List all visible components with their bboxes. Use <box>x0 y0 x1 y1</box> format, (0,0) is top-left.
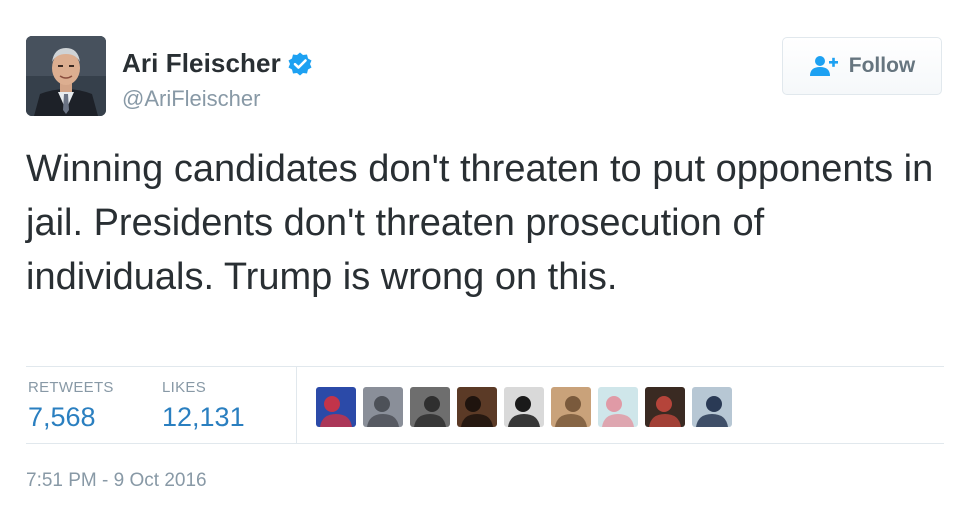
author-handle[interactable]: @AriFleischer <box>122 86 260 112</box>
liker-avatar-icon[interactable] <box>457 387 497 427</box>
follow-button-label: Follow <box>848 54 916 77</box>
retweets-count[interactable]: 7,568 <box>28 402 114 433</box>
liker-avatar-icon[interactable] <box>645 387 685 427</box>
retweets-label: RETWEETS <box>28 379 114 396</box>
liker-avatar-icon[interactable] <box>363 387 403 427</box>
liker-avatar-icon[interactable] <box>692 387 732 427</box>
liker-avatar-icon[interactable] <box>598 387 638 427</box>
author-name-row[interactable]: Ari Fleischer <box>122 48 313 79</box>
liker-avatars <box>316 387 732 427</box>
profile-photo-icon[interactable] <box>26 36 106 116</box>
verified-badge-icon <box>287 51 313 77</box>
likes-stat[interactable]: LIKES 12,131 <box>162 379 245 433</box>
retweets-stat[interactable]: RETWEETS 7,568 <box>28 379 114 433</box>
liker-avatar-icon[interactable] <box>316 387 356 427</box>
likes-label: LIKES <box>162 379 207 396</box>
liker-avatar-icon[interactable] <box>504 387 544 427</box>
tweet-text: Winning candidates don't threaten to put… <box>26 148 934 298</box>
likes-count[interactable]: 12,131 <box>162 402 245 433</box>
add-user-icon <box>809 55 839 77</box>
follow-button[interactable]: Follow <box>782 37 942 95</box>
tweet-timestamp[interactable]: 7:51 PM - 9 Oct 2016 <box>26 470 207 492</box>
stats-divider <box>296 367 297 443</box>
liker-avatar-icon[interactable] <box>410 387 450 427</box>
author-display-name[interactable]: Ari Fleischer <box>122 48 281 79</box>
liker-avatar-icon[interactable] <box>551 387 591 427</box>
tweet-card: Ari Fleischer @AriFleischer Follow Winni… <box>0 0 980 516</box>
tweet-stats: RETWEETS 7,568 LIKES 12,131 <box>26 366 944 444</box>
